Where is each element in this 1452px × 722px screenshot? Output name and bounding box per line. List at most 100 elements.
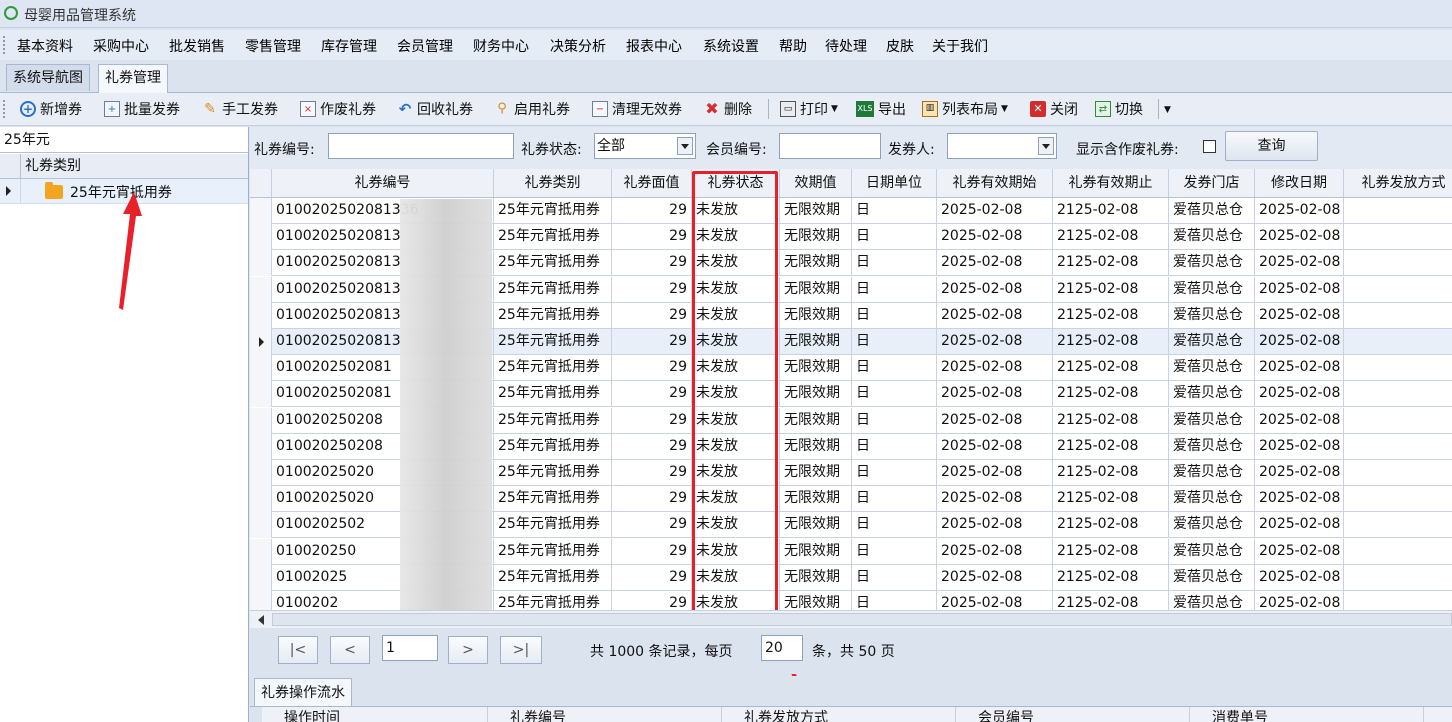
menu-item-skin[interactable]: 皮肤 — [886, 36, 914, 56]
last-page-button[interactable]: >| — [500, 636, 542, 664]
menu-item-basic[interactable]: 基本资料 — [17, 36, 73, 56]
recycle-coupon-button[interactable]: ↶ 回收礼券 — [397, 99, 473, 119]
menu-item-analysis[interactable]: 决策分析 — [550, 36, 606, 56]
cell-end: 2125-02-08 — [1053, 538, 1169, 565]
cell-start: 2025-02-08 — [937, 302, 1053, 329]
scroll-thumb[interactable] — [272, 613, 1452, 626]
cell-store: 爱蓓贝总仓 — [1169, 355, 1255, 382]
cell-term: 无限效期 — [780, 486, 852, 513]
col-header-issue-method[interactable]: 礼券发放方式 — [1344, 169, 1452, 197]
row-indicator[interactable] — [250, 250, 272, 277]
cell-value: 29 — [612, 564, 692, 591]
new-coupon-button[interactable]: + 新增券 — [20, 99, 82, 119]
menu-bar: 基本资料 采购中心 批发销售 零售管理 库存管理 会员管理 财务中心 决策分析 … — [0, 30, 1452, 60]
col-header-value[interactable]: 礼券面值 — [612, 169, 692, 197]
enable-coupon-button[interactable]: ⚲ 启用礼券 — [494, 99, 570, 119]
menu-item-member[interactable]: 会员管理 — [397, 36, 453, 56]
cell-value: 29 — [612, 224, 692, 251]
member-code-input[interactable] — [779, 133, 881, 159]
col-header-code[interactable]: 礼券编号 — [272, 169, 494, 197]
col-header-category[interactable]: 礼券类别 — [494, 169, 612, 197]
menu-item-pending[interactable]: 待处理 — [825, 36, 867, 56]
chevron-down-icon[interactable] — [677, 137, 693, 155]
row-indicator[interactable] — [250, 276, 272, 303]
cell-term: 无限效期 — [780, 250, 852, 277]
row-indicator[interactable] — [250, 591, 272, 610]
close-button[interactable]: ✕ 关闭 — [1030, 99, 1078, 119]
menu-item-finance[interactable]: 财务中心 — [473, 36, 529, 56]
export-button[interactable]: XLS 导出 — [856, 99, 906, 119]
row-indicator[interactable] — [250, 433, 272, 460]
horizontal-scrollbar[interactable] — [250, 610, 1452, 629]
cell-end: 2125-02-08 — [1053, 407, 1169, 434]
row-indicator[interactable] — [250, 407, 272, 434]
log-col-member[interactable]: 会员编号 — [956, 707, 1190, 722]
menu-item-help[interactable]: 帮助 — [779, 36, 807, 56]
list-layout-button[interactable]: ▥ 列表布局 ▼ — [922, 99, 1008, 119]
tab-coupon-log[interactable]: 礼券操作流水 — [254, 678, 352, 706]
batch-issue-button[interactable]: + 批量发券 — [104, 99, 180, 119]
log-col-order[interactable]: 消费单号 — [1190, 707, 1424, 722]
log-col-code[interactable]: 礼券编号 — [488, 707, 722, 722]
print-button[interactable]: ▭ 打印 ▼ — [780, 99, 838, 119]
manual-issue-button[interactable]: ✎ 手工发券 — [202, 99, 278, 119]
row-indicator[interactable] — [250, 302, 272, 329]
category-search-input[interactable]: 25年元 — [0, 127, 248, 153]
void-document-icon: × — [300, 101, 316, 117]
cell-start: 2025-02-08 — [937, 460, 1053, 486]
cell-start: 2025-02-08 — [937, 250, 1053, 277]
col-header-start[interactable]: 礼券有效期始 — [937, 169, 1053, 197]
next-page-button[interactable]: > — [448, 636, 488, 664]
switch-button[interactable]: ⇄ 切换 — [1095, 99, 1143, 119]
row-indicator[interactable] — [250, 564, 272, 591]
cell-issue-method — [1344, 303, 1452, 329]
issuer-select[interactable] — [947, 133, 1057, 159]
row-indicator[interactable] — [250, 355, 272, 382]
col-header-end[interactable]: 礼券有效期止 — [1053, 169, 1169, 197]
row-indicator[interactable] — [250, 538, 272, 565]
menu-item-report[interactable]: 报表中心 — [626, 36, 682, 56]
col-header-modified[interactable]: 修改日期 — [1255, 169, 1344, 197]
show-void-checkbox[interactable] — [1203, 140, 1216, 153]
cell-issue-method — [1344, 539, 1452, 565]
menu-item-purchase[interactable]: 采购中心 — [93, 36, 149, 56]
row-indicator[interactable] — [250, 329, 272, 355]
tab-navigation[interactable]: 系统导航图 — [6, 64, 90, 91]
menu-item-retail[interactable]: 零售管理 — [245, 36, 301, 56]
first-page-button[interactable]: |< — [278, 636, 318, 664]
void-coupon-button[interactable]: × 作废礼券 — [300, 99, 376, 119]
cell-store: 爱蓓贝总仓 — [1169, 433, 1255, 460]
query-button[interactable]: 查询 — [1225, 131, 1318, 161]
chevron-down-icon[interactable] — [1038, 137, 1054, 155]
log-col-method[interactable]: 礼券发放方式 — [722, 707, 956, 722]
close-label: 关闭 — [1050, 102, 1078, 118]
col-header-unit[interactable]: 日期单位 — [852, 169, 937, 197]
row-indicator[interactable] — [250, 381, 272, 408]
cell-end: 2125-02-08 — [1053, 591, 1169, 610]
delete-button[interactable]: ✖ 删除 — [704, 99, 752, 119]
menu-item-wholesale[interactable]: 批发销售 — [169, 36, 225, 56]
col-header-term[interactable]: 效期值 — [780, 169, 852, 197]
prev-page-button[interactable]: < — [330, 636, 370, 664]
log-col-time[interactable]: 操作时间 — [262, 707, 488, 722]
row-indicator[interactable] — [250, 512, 272, 539]
page-size-input[interactable]: 20 — [761, 635, 803, 661]
coupon-status-select[interactable]: 全部 — [594, 133, 696, 159]
menu-item-about[interactable]: 关于我们 — [932, 36, 988, 56]
coupon-code-input[interactable] — [328, 133, 514, 159]
col-header-store[interactable]: 发券门店 — [1169, 169, 1255, 197]
row-indicator[interactable] — [250, 460, 272, 486]
row-indicator[interactable] — [250, 224, 272, 251]
row-indicator[interactable] — [250, 486, 272, 513]
tab-coupon-management[interactable]: 礼券管理 — [98, 64, 168, 93]
expand-arrow-icon[interactable] — [6, 186, 11, 196]
row-indicator[interactable] — [250, 198, 272, 224]
print-label: 打印 — [800, 102, 828, 118]
clear-invalid-button[interactable]: − 清理无效券 — [592, 99, 682, 119]
cell-value: 29 — [612, 460, 692, 486]
toolbar-overflow-icon[interactable]: ▼ — [1164, 105, 1171, 115]
page-number-input[interactable]: 1 — [382, 635, 438, 661]
scroll-left-icon[interactable] — [258, 615, 264, 625]
menu-item-settings[interactable]: 系统设置 — [703, 36, 759, 56]
menu-item-inventory[interactable]: 库存管理 — [321, 36, 377, 56]
